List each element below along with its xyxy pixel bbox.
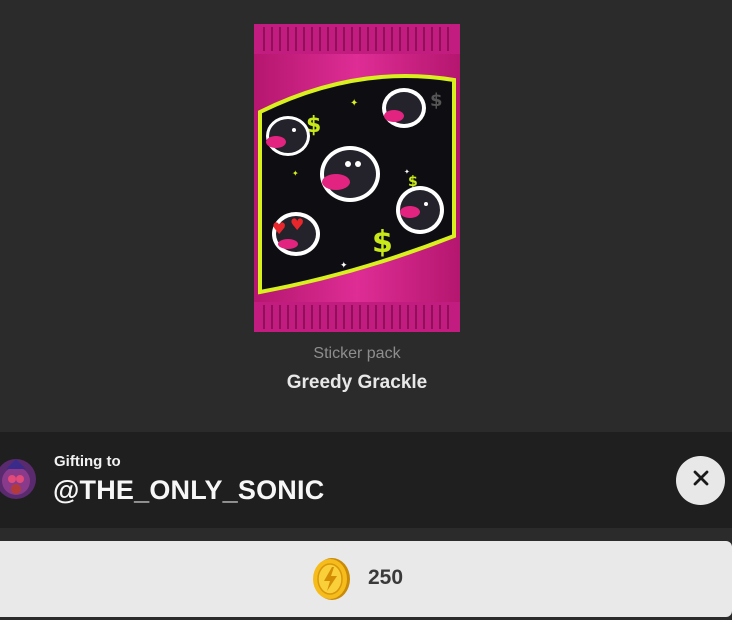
gifting-to-label: Gifting to — [54, 453, 121, 470]
svg-text:✦: ✦ — [292, 169, 299, 178]
sticker-pack-image: ✦ ✦ ✦ ✦ $ $ $ $ $ — [254, 24, 460, 332]
gift-recipient-bar: Gifting to @THE_ONLY_SONIC — [0, 432, 732, 528]
price-label: 250 — [368, 566, 404, 589]
coin-icon — [311, 557, 351, 601]
svg-text:✦: ✦ — [340, 261, 348, 271]
svg-text:✦: ✦ — [350, 98, 358, 109]
close-button[interactable] — [676, 456, 725, 505]
close-icon — [692, 469, 710, 492]
svg-text:♥: ♥ — [272, 219, 286, 238]
purchase-button[interactable]: 250 — [0, 541, 732, 617]
recipient-username: @THE_ONLY_SONIC — [53, 475, 325, 505]
svg-text:$: $ — [430, 90, 443, 111]
svg-text:$: $ — [372, 225, 393, 260]
user-avatar — [0, 455, 36, 503]
pack-type-label: Sticker pack — [313, 345, 401, 362]
sticker-pack-preview: ✦ ✦ ✦ ✦ $ $ $ $ $ — [0, 0, 732, 432]
pack-name: Greedy Grackle — [286, 372, 428, 393]
svg-text:♥: ♥ — [290, 215, 304, 234]
